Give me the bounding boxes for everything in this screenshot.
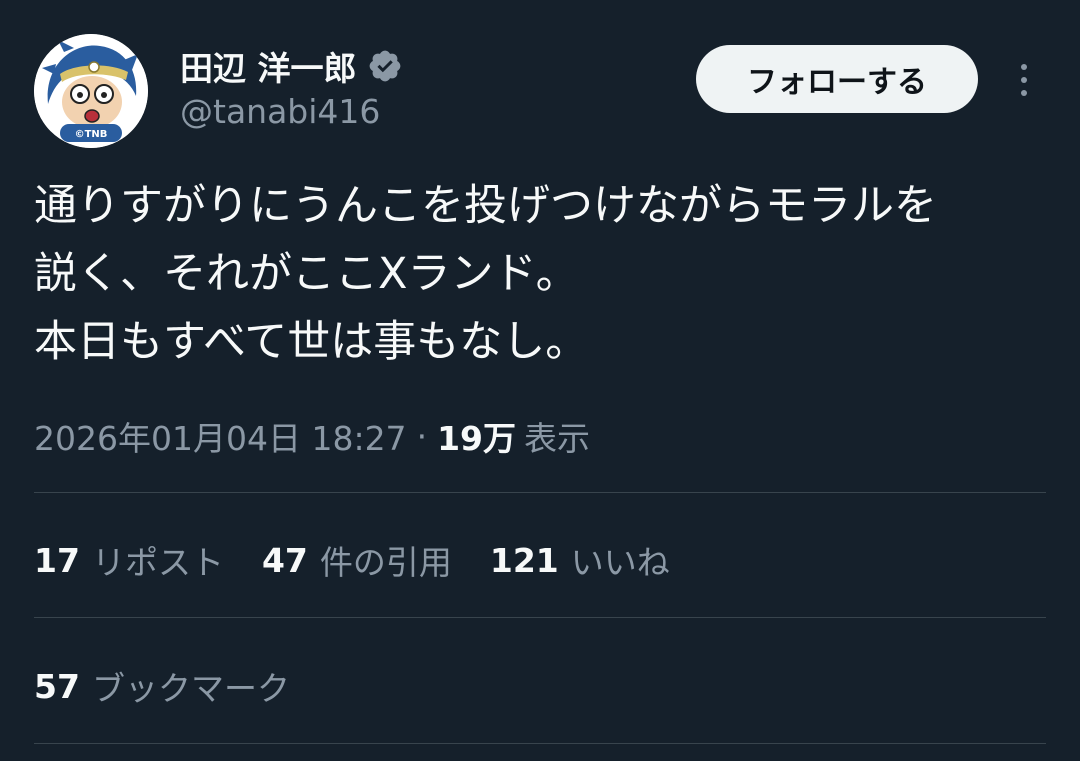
- views-label: 表示: [524, 419, 590, 458]
- likes-label: いいね: [570, 543, 670, 582]
- engagement-stats: 17 リポスト 47 件の引用 121 いいね: [34, 532, 708, 588]
- more-vertical-icon[interactable]: [1004, 58, 1044, 102]
- bookmarks-stat[interactable]: 57 ブックマーク: [34, 658, 328, 714]
- avatar[interactable]: ©TNB: [34, 34, 148, 148]
- author-handle[interactable]: @tanabi416: [180, 92, 380, 131]
- views-count: 19万: [437, 419, 516, 458]
- tweet-timestamp[interactable]: 2026年01月04日 18:27: [34, 412, 407, 460]
- likes-stat[interactable]: 121 いいね: [490, 536, 670, 584]
- verified-badge-icon: [367, 48, 403, 84]
- quotes-label: 件の引用: [319, 543, 452, 582]
- tweet-meta: 2026年01月04日 18:27 · 19万 表示: [34, 410, 590, 462]
- bookmarks-count: 57: [34, 666, 80, 706]
- follow-button[interactable]: フォローする: [696, 45, 978, 113]
- bookmarks-stat-inner: 57 ブックマーク: [34, 662, 290, 710]
- likes-count: 121: [489, 540, 559, 580]
- reposts-label: リポスト: [91, 543, 224, 582]
- avatar-illustration: ©TNB: [34, 34, 148, 148]
- meta-separator: ·: [416, 416, 428, 456]
- tweet-text: 通りすがりにうんこを投げつけながらモラルを 説く、それがここXランド。 本日もす…: [34, 181, 937, 367]
- author-name-row[interactable]: 田辺 洋一郎: [180, 40, 403, 92]
- divider: [34, 617, 1046, 618]
- quotes-stat[interactable]: 47 件の引用: [262, 536, 452, 584]
- quotes-count: 47: [261, 540, 308, 580]
- bookmarks-label: ブックマーク: [91, 669, 290, 708]
- divider: [34, 492, 1046, 493]
- avatar-badge-text: ©TNB: [75, 129, 108, 140]
- reposts-stat[interactable]: 17 リポスト: [34, 536, 224, 584]
- divider: [34, 743, 1046, 744]
- tweet-detail: ©TNB 田辺 洋一郎 @tanabi416 フォローする 通りすがりにうんこを…: [0, 0, 1080, 761]
- reposts-count: 17: [34, 540, 80, 580]
- author-display-name[interactable]: 田辺 洋一郎: [180, 42, 357, 90]
